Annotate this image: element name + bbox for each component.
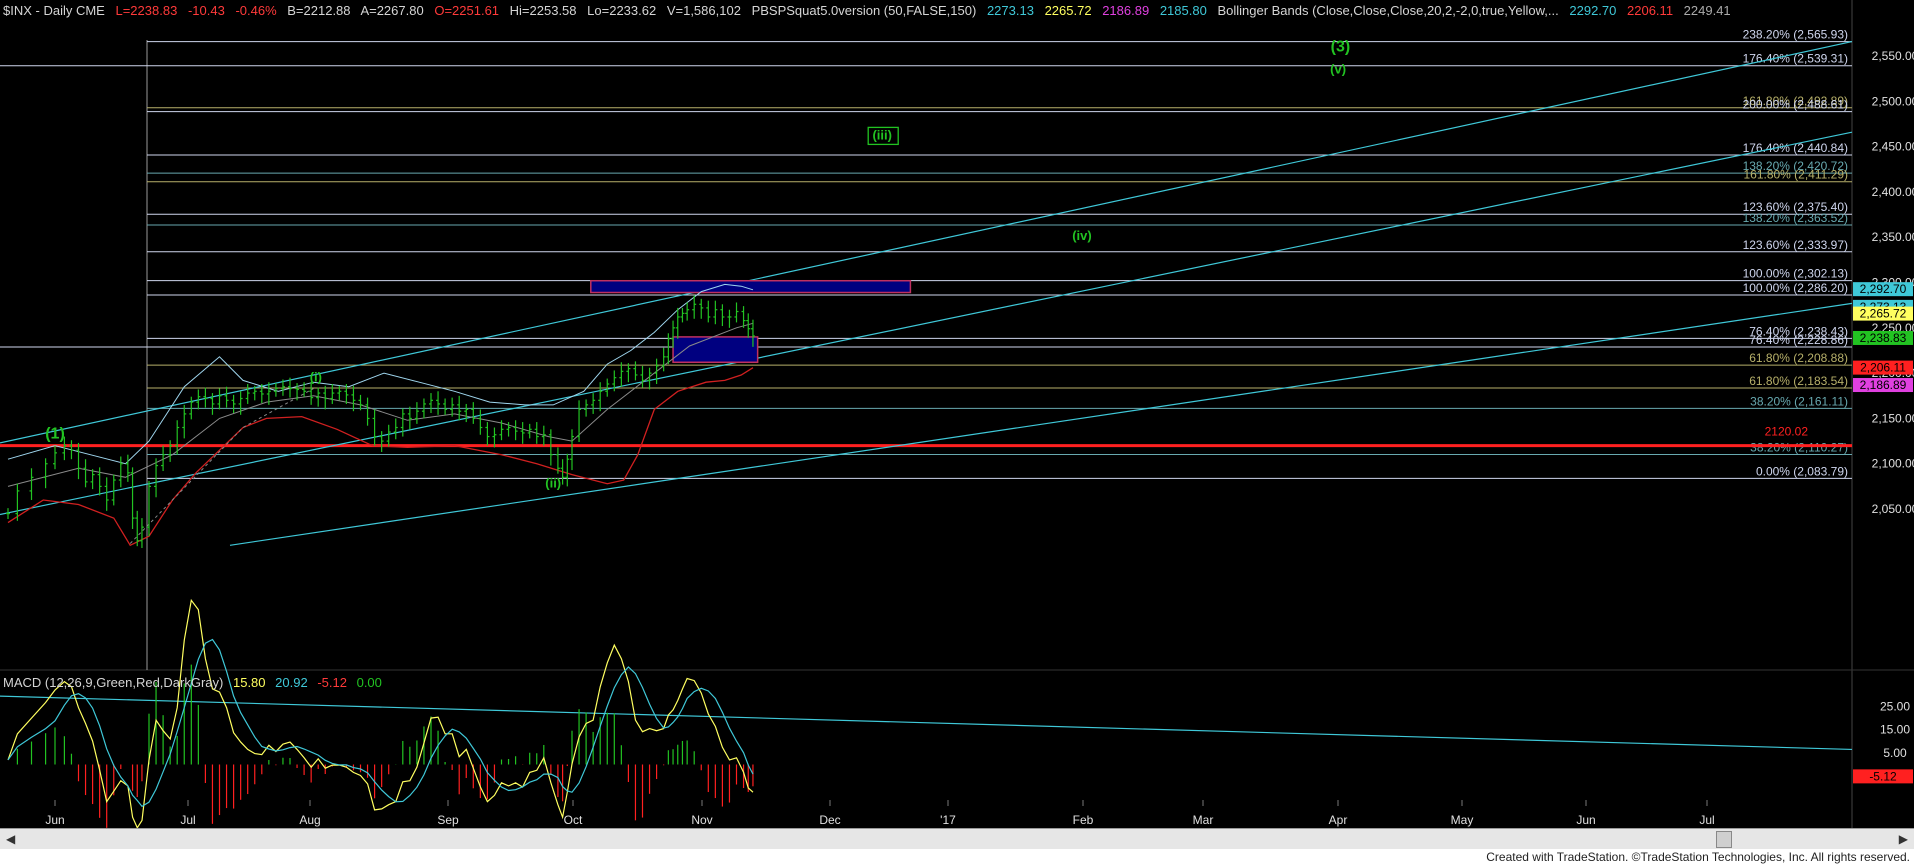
horizontal-scrollbar[interactable]: ◀ ▶ bbox=[0, 828, 1914, 849]
wave-label: (ii) bbox=[545, 475, 561, 490]
price-tick-label: 2,550.00 bbox=[1872, 49, 1914, 63]
study-1-value-4: 2185.80 bbox=[1159, 3, 1207, 18]
trend-channel-line bbox=[229, 302, 1853, 546]
fib-level-label: 238.20% (2,565.93) bbox=[1743, 28, 1848, 42]
wave-label: (1) bbox=[45, 425, 65, 442]
month-label: Aug bbox=[299, 813, 320, 827]
macd-axis-flag-label: -5.12 bbox=[1869, 769, 1897, 783]
target-zone-box bbox=[590, 279, 912, 294]
price-change: -10.43 bbox=[187, 3, 225, 18]
price-axis-flag-label: 2,292.70 bbox=[1860, 282, 1907, 296]
price-change-pct: -0.46% bbox=[235, 3, 277, 18]
month-label: Dec bbox=[819, 813, 840, 827]
scroll-right-icon[interactable]: ▶ bbox=[1899, 832, 1908, 846]
bid-price: B=2212.88 bbox=[287, 3, 351, 18]
month-label: Nov bbox=[691, 813, 712, 827]
low-price: Lo=2233.62 bbox=[587, 3, 657, 18]
target-zone-box bbox=[672, 336, 759, 364]
wave-label: (3) bbox=[1331, 39, 1351, 56]
macd-zero-value: 0.00 bbox=[356, 675, 382, 690]
last-price: L=2238.83 bbox=[115, 3, 178, 18]
price-tick-label: 2,450.00 bbox=[1872, 140, 1914, 154]
price-tick-label: 2,400.00 bbox=[1872, 185, 1914, 199]
macd-label: MACD (12,26,9,Green,Red,DarkGray) bbox=[3, 675, 224, 690]
ask-price: A=2267.80 bbox=[360, 3, 424, 18]
wave-label: (i) bbox=[310, 369, 322, 384]
volume: V=1,586,102 bbox=[666, 3, 741, 18]
price-tick-label: 2,350.00 bbox=[1872, 230, 1914, 244]
month-label: Jun bbox=[45, 813, 64, 827]
macd-signal-value: 20.92 bbox=[275, 675, 308, 690]
study-2-value-1: 2292.70 bbox=[1569, 3, 1617, 18]
symbol-label: $INX - Daily CME bbox=[3, 3, 105, 18]
month-label: Oct bbox=[564, 813, 583, 827]
macd-trend-line bbox=[0, 695, 1853, 751]
scroll-thumb[interactable] bbox=[1716, 831, 1732, 848]
month-label: Feb bbox=[1073, 813, 1094, 827]
price-tick-label: 2,050.00 bbox=[1872, 502, 1914, 516]
macd-tick-label: 15.00 bbox=[1880, 723, 1910, 737]
bollinger-lower-band bbox=[7, 367, 754, 547]
high-price: Hi=2253.58 bbox=[509, 3, 577, 18]
price-axis-flag-label: 2,265.72 bbox=[1860, 307, 1907, 321]
macd-tick-label: 25.00 bbox=[1880, 700, 1910, 714]
fib-level-label: 61.80% (2,208.88) bbox=[1749, 351, 1848, 365]
month-label: Apr bbox=[1329, 813, 1348, 827]
month-label: Sep bbox=[437, 813, 459, 827]
price-chart[interactable]: 2,050.002,100.002,150.002,200.002,250.00… bbox=[0, 0, 1914, 828]
price-axis-flag-label: 2,238.83 bbox=[1860, 331, 1907, 345]
price-axis-flag-label: 2,186.89 bbox=[1860, 378, 1907, 392]
fib-level-label: 123.60% (2,333.97) bbox=[1743, 238, 1848, 252]
scroll-left-icon[interactable]: ◀ bbox=[6, 832, 15, 846]
fib-level-label: 100.00% (2,302.13) bbox=[1743, 267, 1848, 281]
fib-level-label: 61.80% (2,183.54) bbox=[1749, 374, 1848, 388]
macd-header: MACD (12,26,9,Green,Red,DarkGray) 15.80 … bbox=[3, 675, 388, 690]
wave-label: (v) bbox=[1330, 61, 1346, 76]
fib-level-label: 161.80% (2,411.29) bbox=[1743, 168, 1848, 182]
study-name-1: PBSPSquat5.0version (50,FALSE,150) bbox=[751, 3, 977, 18]
study-1-value-1: 2273.13 bbox=[986, 3, 1034, 18]
study-1-value-3: 2186.89 bbox=[1102, 3, 1150, 18]
chart-header: $INX - Daily CME L=2238.83 -10.43 -0.46%… bbox=[3, 3, 1738, 18]
fib-level-label: 176.40% (2,440.84) bbox=[1743, 141, 1848, 155]
month-label: '17 bbox=[940, 813, 956, 827]
study-2-value-2: 2206.11 bbox=[1627, 3, 1674, 18]
month-label: May bbox=[1451, 813, 1474, 827]
month-label: Jun bbox=[1576, 813, 1595, 827]
macd-diff-value: -5.12 bbox=[317, 675, 347, 690]
wave-label: (iv) bbox=[1072, 228, 1092, 243]
fib-level-label: 138.20% (2,363.52) bbox=[1743, 211, 1848, 225]
fib-level-label: 38.20% (2,110.27) bbox=[1750, 440, 1848, 454]
study-1-value-2: 2265.72 bbox=[1044, 3, 1092, 18]
month-label: Mar bbox=[1193, 813, 1214, 827]
macd-tick-label: 5.00 bbox=[1883, 746, 1907, 760]
fib-level-label: 38.20% (2,161.11) bbox=[1750, 394, 1848, 408]
price-tick-label: 2,150.00 bbox=[1872, 411, 1914, 425]
footer-credit: Created with TradeStation. ©TradeStation… bbox=[1486, 850, 1910, 864]
study-name-2: Bollinger Bands (Close,Close,Close,20,2,… bbox=[1217, 3, 1559, 18]
price-axis-flag-label: 2,206.11 bbox=[1860, 361, 1906, 375]
fib-level-label: 76.40% (2,228.86) bbox=[1749, 333, 1848, 347]
price-tick-label: 2,500.00 bbox=[1872, 94, 1914, 108]
trend-channel-line bbox=[0, 131, 1853, 516]
price-tick-label: 2,100.00 bbox=[1872, 457, 1914, 471]
trend-channel-line bbox=[0, 40, 1853, 444]
fib-level-label: 200.00% (2,488.61) bbox=[1743, 98, 1848, 112]
month-label: Jul bbox=[180, 813, 195, 827]
macd-value: 15.80 bbox=[232, 675, 266, 690]
month-label: Jul bbox=[1699, 813, 1714, 827]
wave-label: (iii) bbox=[872, 127, 892, 142]
study-2-value-3: 2249.41 bbox=[1683, 3, 1731, 18]
open-price: O=2251.61 bbox=[434, 3, 500, 18]
red-level-label: 2120.02 bbox=[1765, 425, 1809, 439]
fib-level-label: 0.00% (2,083.79) bbox=[1756, 464, 1848, 478]
fib-level-label: 100.00% (2,286.20) bbox=[1743, 281, 1848, 295]
